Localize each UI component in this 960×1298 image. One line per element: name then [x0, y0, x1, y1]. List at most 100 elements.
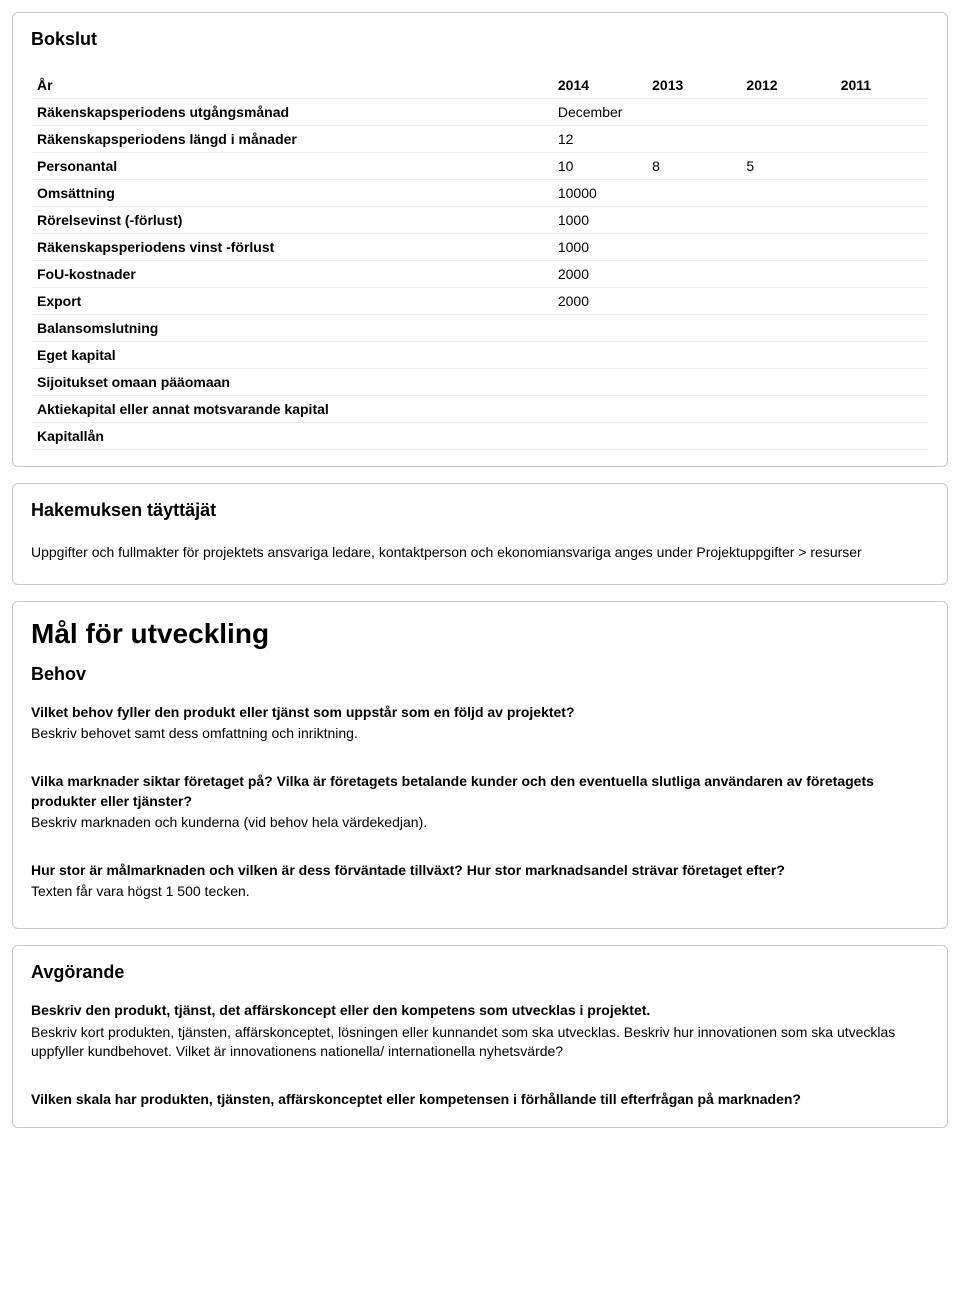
cell-value: [835, 423, 929, 450]
cell-value: [740, 369, 834, 396]
cell-value: 1000: [552, 207, 646, 234]
cell-value: [740, 315, 834, 342]
cell-value: [740, 423, 834, 450]
row-label: Rörelsevinst (-förlust): [31, 207, 552, 234]
cell-value: 2000: [552, 288, 646, 315]
mal-big-title: Mål för utveckling: [31, 618, 929, 650]
cell-value: 8: [646, 153, 740, 180]
row-label: Räkenskapsperiodens längd i månader: [31, 126, 552, 153]
cell-value: [646, 126, 740, 153]
cell-value: [740, 234, 834, 261]
avgorande-q1-bold: Beskriv den produkt, tjänst, det affärsk…: [31, 1001, 929, 1021]
cell-value: [552, 369, 646, 396]
cell-value: 12: [552, 126, 646, 153]
cell-value: 10000: [552, 180, 646, 207]
cell-value: [740, 99, 834, 126]
col-2013: 2013: [646, 72, 740, 99]
col-2014: 2014: [552, 72, 646, 99]
cell-value: [835, 396, 929, 423]
row-label: Omsättning: [31, 180, 552, 207]
cell-value: [552, 396, 646, 423]
cell-value: [835, 342, 929, 369]
bokslut-table: År 2014 2013 2012 2011 Räkenskapsperiode…: [31, 72, 929, 450]
table-row: Räkenskapsperiodens längd i månader12: [31, 126, 929, 153]
cell-value: [835, 126, 929, 153]
bokslut-panel: Bokslut År 2014 2013 2012 2011 Räkenskap…: [12, 12, 948, 467]
row-label: Räkenskapsperiodens utgångsmånad: [31, 99, 552, 126]
table-row: Personantal1085: [31, 153, 929, 180]
row-label: Balansomslutning: [31, 315, 552, 342]
cell-value: [835, 369, 929, 396]
cell-value: [552, 342, 646, 369]
cell-value: [646, 396, 740, 423]
mal-sub-title: Behov: [31, 664, 929, 685]
cell-value: [552, 315, 646, 342]
cell-value: [646, 342, 740, 369]
cell-value: [646, 207, 740, 234]
cell-value: [646, 288, 740, 315]
cell-value: [552, 423, 646, 450]
table-row: Sijoitukset omaan pääomaan: [31, 369, 929, 396]
col-2012: 2012: [740, 72, 834, 99]
avgorande-q2-bold: Vilken skala har produkten, tjänsten, af…: [31, 1090, 929, 1110]
mal-panel: Mål för utveckling Behov Vilket behov fy…: [12, 601, 948, 929]
row-label: Räkenskapsperiodens vinst -förlust: [31, 234, 552, 261]
col-year-label: År: [31, 72, 552, 99]
avgorande-title: Avgörande: [31, 962, 929, 983]
table-row: Aktiekapital eller annat motsvarande kap…: [31, 396, 929, 423]
cell-value: [835, 315, 929, 342]
cell-value: [835, 153, 929, 180]
avgorande-q1-desc: Beskriv kort produkten, tjänsten, affärs…: [31, 1023, 929, 1062]
cell-value: December: [552, 99, 646, 126]
cell-value: [646, 180, 740, 207]
table-row: FoU-kostnader2000: [31, 261, 929, 288]
avgorande-q1: Beskriv den produkt, tjänst, det affärsk…: [31, 1001, 929, 1062]
mal-q3-desc: Texten får vara högst 1 500 tecken.: [31, 882, 929, 902]
cell-value: [646, 261, 740, 288]
cell-value: [740, 126, 834, 153]
mal-q3: Hur stor är målmarknaden och vilken är d…: [31, 861, 929, 902]
cell-value: 10: [552, 153, 646, 180]
table-row: Omsättning10000: [31, 180, 929, 207]
cell-value: [740, 288, 834, 315]
cell-value: 2000: [552, 261, 646, 288]
cell-value: [646, 369, 740, 396]
mal-q3-bold: Hur stor är målmarknaden och vilken är d…: [31, 861, 929, 881]
table-row: Rörelsevinst (-förlust)1000: [31, 207, 929, 234]
cell-value: [740, 342, 834, 369]
row-label: FoU-kostnader: [31, 261, 552, 288]
row-label: Personantal: [31, 153, 552, 180]
cell-value: [835, 180, 929, 207]
cell-value: [740, 207, 834, 234]
table-row: Räkenskapsperiodens vinst -förlust1000: [31, 234, 929, 261]
mal-q2-desc: Beskriv marknaden och kunderna (vid beho…: [31, 813, 929, 833]
cell-value: [835, 207, 929, 234]
cell-value: [646, 423, 740, 450]
mal-q1: Vilket behov fyller den produkt eller tj…: [31, 703, 929, 744]
col-2011: 2011: [835, 72, 929, 99]
bokslut-header-row: År 2014 2013 2012 2011: [31, 72, 929, 99]
hakemuksen-panel: Hakemuksen täyttäjät Uppgifter och fullm…: [12, 483, 948, 585]
cell-value: 1000: [552, 234, 646, 261]
row-label: Export: [31, 288, 552, 315]
mal-q1-desc: Beskriv behovet samt dess omfattning och…: [31, 724, 929, 744]
hakemuksen-text: Uppgifter och fullmakter för projektets …: [31, 543, 929, 562]
table-row: Eget kapital: [31, 342, 929, 369]
cell-value: [646, 315, 740, 342]
cell-value: [740, 180, 834, 207]
table-row: Balansomslutning: [31, 315, 929, 342]
cell-value: 5: [740, 153, 834, 180]
hakemuksen-title: Hakemuksen täyttäjät: [31, 500, 929, 521]
cell-value: [740, 396, 834, 423]
table-row: Kapitallån: [31, 423, 929, 450]
table-row: Räkenskapsperiodens utgångsmånadDecember: [31, 99, 929, 126]
row-label: Eget kapital: [31, 342, 552, 369]
row-label: Aktiekapital eller annat motsvarande kap…: [31, 396, 552, 423]
avgorande-panel: Avgörande Beskriv den produkt, tjänst, d…: [12, 945, 948, 1128]
mal-q2-bold: Vilka marknader siktar företaget på? Vil…: [31, 772, 929, 811]
mal-q1-bold: Vilket behov fyller den produkt eller tj…: [31, 703, 929, 723]
cell-value: [646, 99, 740, 126]
avgorande-q2: Vilken skala har produkten, tjänsten, af…: [31, 1090, 929, 1110]
cell-value: [835, 234, 929, 261]
cell-value: [835, 288, 929, 315]
